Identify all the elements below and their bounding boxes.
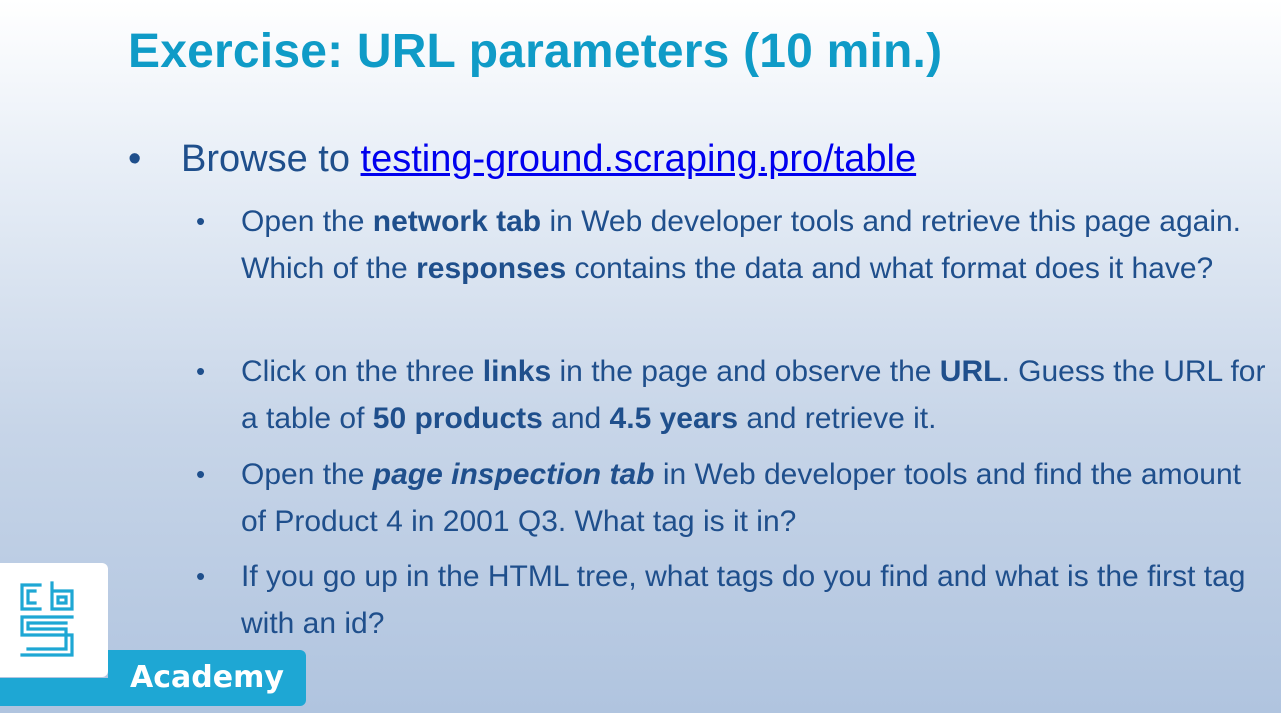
- bullet-dot-icon: •: [196, 459, 206, 489]
- cbs-logo: [0, 563, 108, 677]
- slide-content: • Browse to testing-ground.scraping.pro/…: [0, 0, 1281, 713]
- testing-ground-link[interactable]: testing-ground.scraping.pro/table: [361, 138, 917, 180]
- bullet-dot-icon: •: [196, 206, 206, 236]
- bullet-dot-icon: •: [196, 356, 206, 386]
- main-bullet-text: Browse to testing-ground.scraping.pro/ta…: [181, 138, 916, 181]
- bullet-dot-icon: •: [128, 138, 142, 180]
- academy-label: Academy: [0, 650, 306, 706]
- main-bullet-prefix: Browse to: [181, 138, 361, 180]
- sub-bullet-text: Open the page inspection tab in Web deve…: [241, 458, 1241, 538]
- sub-bullet-text: Open the network tab in Web developer to…: [241, 205, 1242, 285]
- sub-bullet-text: If you go up in the HTML tree, what tags…: [241, 560, 1246, 640]
- sub-bullet-text: Click on the three links in the page and…: [241, 355, 1266, 435]
- bullet-dot-icon: •: [196, 561, 206, 591]
- cbs-logo-icon: [20, 581, 74, 657]
